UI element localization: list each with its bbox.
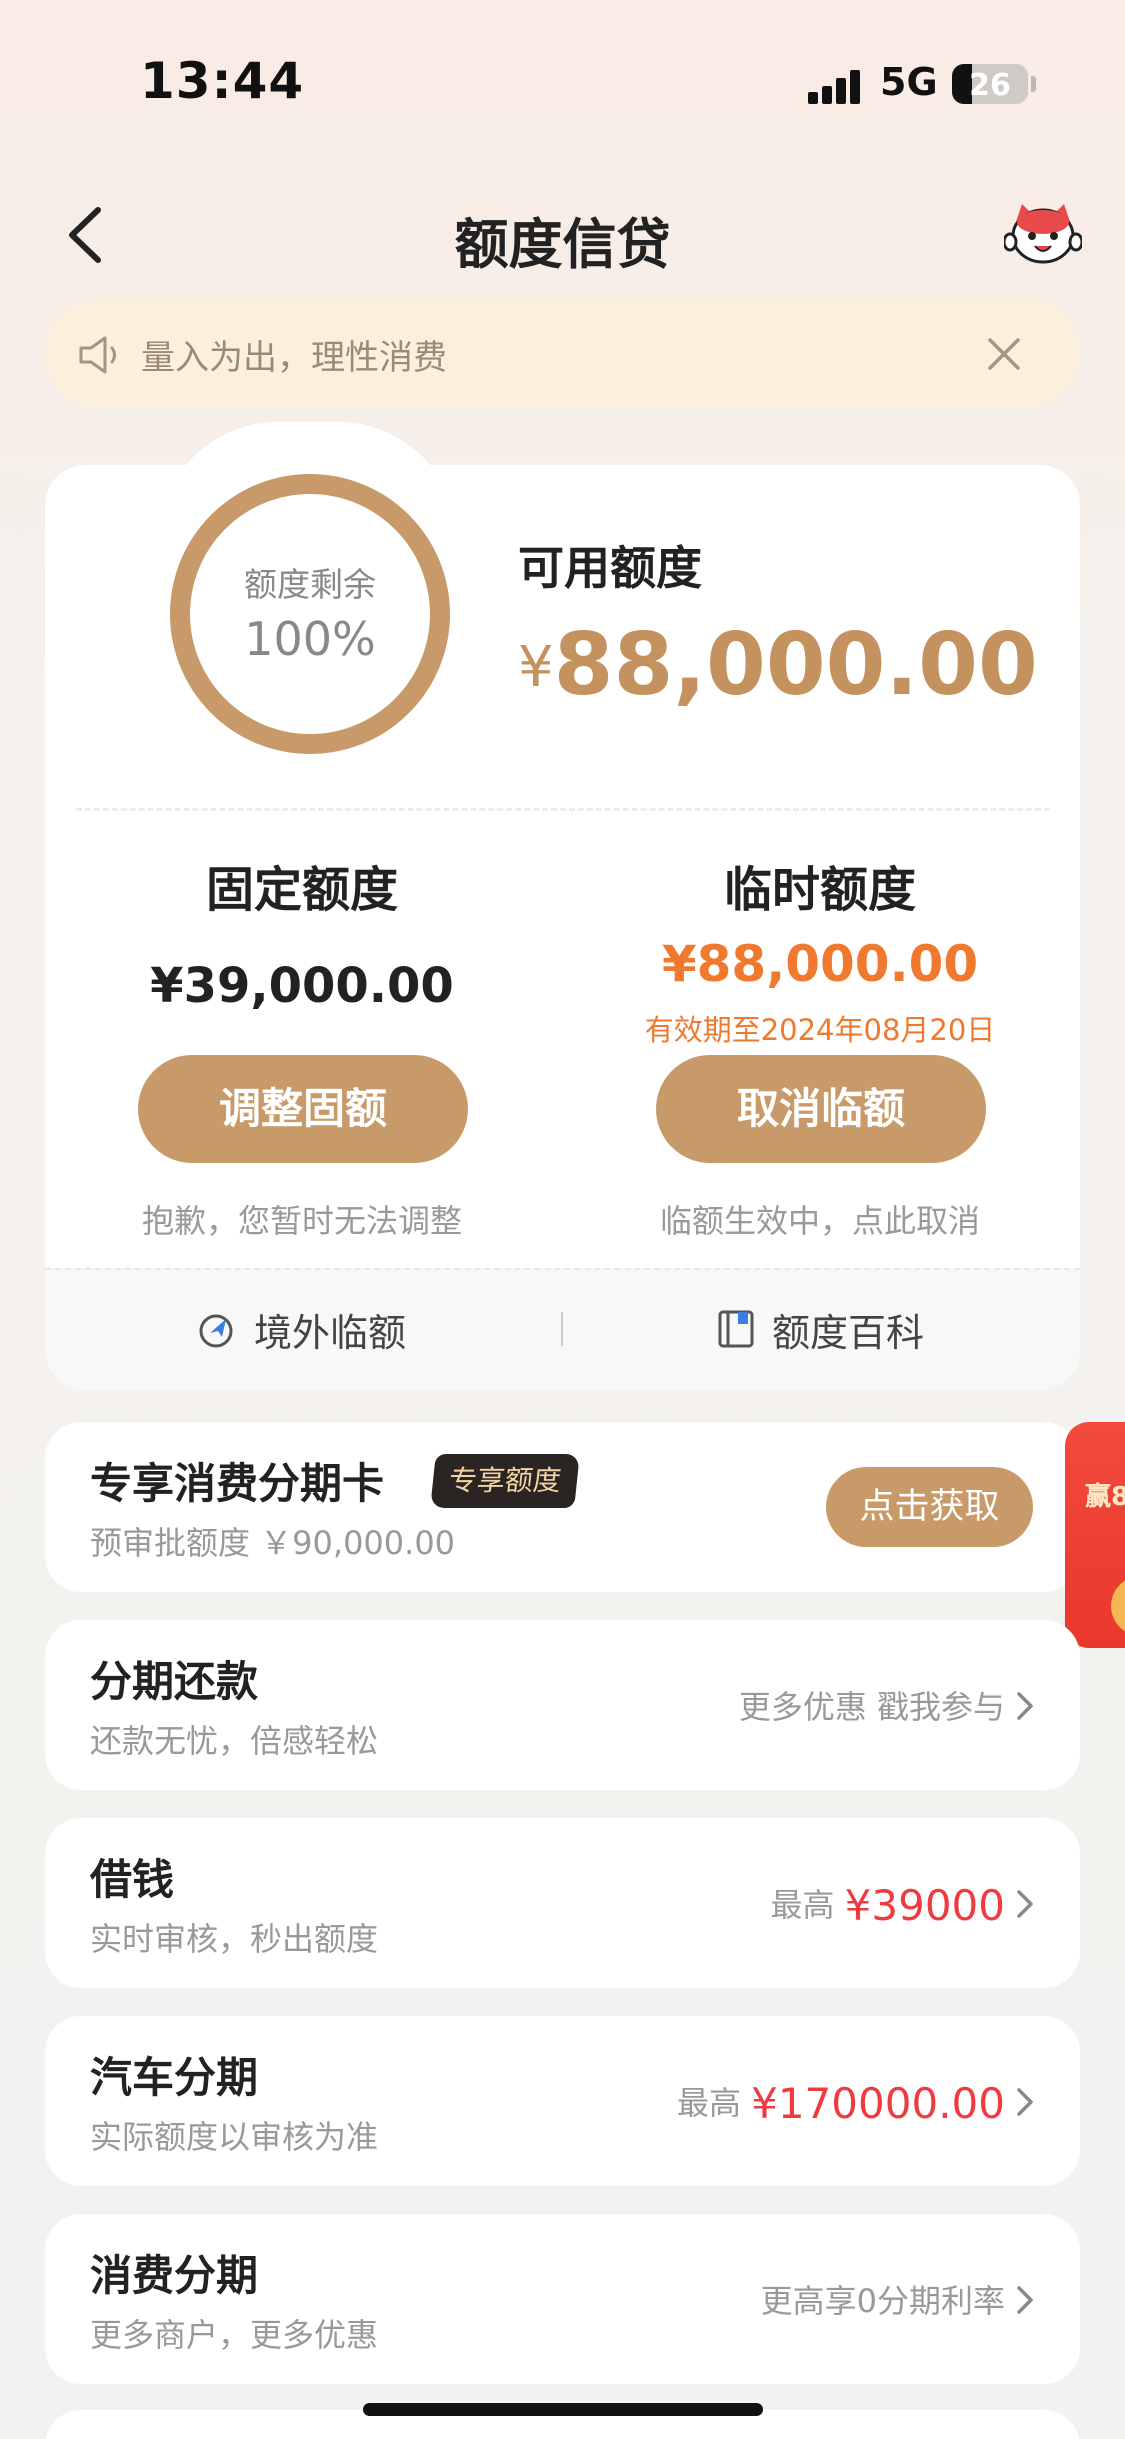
list-item-right-text: 最高 — [770, 1886, 845, 1924]
get-button[interactable]: 点击获取 — [826, 1467, 1033, 1547]
adjust-fixed-button[interactable]: 调整固额 — [138, 1055, 468, 1163]
signal-icon — [808, 68, 870, 104]
overseas-temp-link[interactable]: 境外临额 — [196, 1303, 406, 1355]
list-item-right: 更多优惠 戳我参与 — [739, 1682, 1005, 1732]
speaker-icon — [79, 336, 116, 374]
cancel-temp-button[interactable]: 取消临额 — [656, 1055, 986, 1163]
list-item-right-text: 更多优惠 戳我参与 — [738, 1688, 1005, 1726]
list-item[interactable]: 分期还款 还款无忧，倍感轻松 更多优惠 戳我参与 — [45, 1620, 1080, 1790]
ring-label: 额度剩余 — [244, 565, 376, 604]
divider — [76, 808, 1050, 811]
exclusive-installment-card[interactable]: 专享消费分期卡 专享额度 预审批额度 ￥90,000.00 点击获取 — [45, 1422, 1080, 1592]
mascot-icon — [1002, 204, 1084, 264]
chevron-right-icon — [1017, 2088, 1033, 2116]
credit-wiki-link[interactable]: 额度百科 — [714, 1303, 924, 1355]
ring-value: 100% — [244, 612, 376, 666]
list-item-right: 最高 ¥39000 — [770, 1880, 1005, 1930]
status-bar: 13:44 5G 26 — [0, 0, 1125, 160]
temp-title: 临时额度 — [723, 862, 916, 918]
list-item-sub: 还款无忧，倍感轻松 — [90, 1722, 379, 1760]
list-item-sub: 实际额度以审核为准 — [90, 2118, 379, 2156]
currency-symbol: ¥ — [518, 635, 554, 700]
list-item-sub: 实时审核，秒出额度 — [90, 1920, 379, 1958]
close-icon[interactable] — [980, 330, 1028, 378]
floating-promo[interactable]: 赢8 — [1065, 1422, 1125, 1648]
available-amount: ¥88,000.00 — [518, 615, 1038, 715]
credit-wiki-label: 额度百科 — [772, 1310, 925, 1355]
page-title: 额度信贷 — [454, 213, 671, 276]
notice-bar: 量入为出，理性消费 — [45, 300, 1080, 408]
list-item-title: 借钱 — [90, 1855, 175, 1904]
list-item[interactable]: 汽车分期 实际额度以审核为准 最高 ¥170000.00 — [45, 2016, 1080, 2186]
available-label: 可用额度 — [518, 541, 702, 595]
home-indicator — [363, 2403, 763, 2416]
mascot-button[interactable] — [1002, 200, 1084, 270]
footer-separator — [561, 1312, 563, 1346]
list-item[interactable]: 消费分期 更多商户，更多优惠 更高享0分期利率 — [45, 2214, 1080, 2384]
chevron-right-icon — [1017, 1890, 1033, 1918]
temp-amount: ¥88,000.00 — [661, 935, 979, 993]
fixed-title: 固定额度 — [205, 862, 398, 918]
list-item-right-text: 更高享0分期利率 — [760, 2282, 1005, 2320]
list-item-title: 分期还款 — [90, 1657, 259, 1706]
chevron-right-icon — [1017, 2286, 1033, 2314]
battery-level: 26 — [969, 68, 1011, 103]
list-item[interactable]: 借钱 实时审核，秒出额度 最高 ¥39000 — [45, 1818, 1080, 1988]
overseas-temp-label: 境外临额 — [254, 1310, 407, 1355]
battery-icon: 26 — [952, 64, 1028, 104]
temp-expiry: 有效期至2024年08月20日 — [644, 1013, 996, 1047]
coin-icon — [1111, 1576, 1125, 1636]
fixed-hint: 抱歉，您暂时无法调整 — [141, 1202, 462, 1240]
available-amount-value: 88,000.00 — [553, 615, 1038, 715]
battery-tip — [1031, 76, 1036, 92]
book-icon — [718, 1310, 754, 1348]
exclusive-title: 专享消费分期卡 — [90, 1459, 385, 1508]
list-item-right: 最高 ¥170000.00 — [677, 2078, 1005, 2128]
globe-plane-icon — [199, 1314, 233, 1348]
floating-promo-text: 赢8 — [1085, 1482, 1125, 1512]
list-item-right: 更高享0分期利率 — [761, 2276, 1005, 2326]
notice-text: 量入为出，理性消费 — [141, 338, 447, 378]
list-item-title: 消费分期 — [90, 2251, 259, 2300]
list-item-right-value: ¥170000.00 — [751, 2079, 1005, 2128]
network-label: 5G — [880, 60, 938, 104]
exclusive-badge: 专享额度 — [430, 1454, 580, 1508]
exclusive-sub: 预审批额度 ￥90,000.00 — [90, 1524, 456, 1562]
list-item-sub: 更多商户，更多优惠 — [90, 2316, 379, 2354]
list-item-right-text: 最高 — [676, 2084, 752, 2122]
temp-hint: 临额生效中，点此取消 — [659, 1202, 980, 1240]
list-item-title: 汽车分期 — [90, 2053, 259, 2102]
status-time: 13:44 — [140, 52, 305, 110]
list-item-right-value: ¥39000 — [844, 1881, 1005, 1930]
chevron-right-icon — [1017, 1692, 1033, 1720]
fixed-amount: ¥39,000.00 — [150, 958, 454, 1014]
